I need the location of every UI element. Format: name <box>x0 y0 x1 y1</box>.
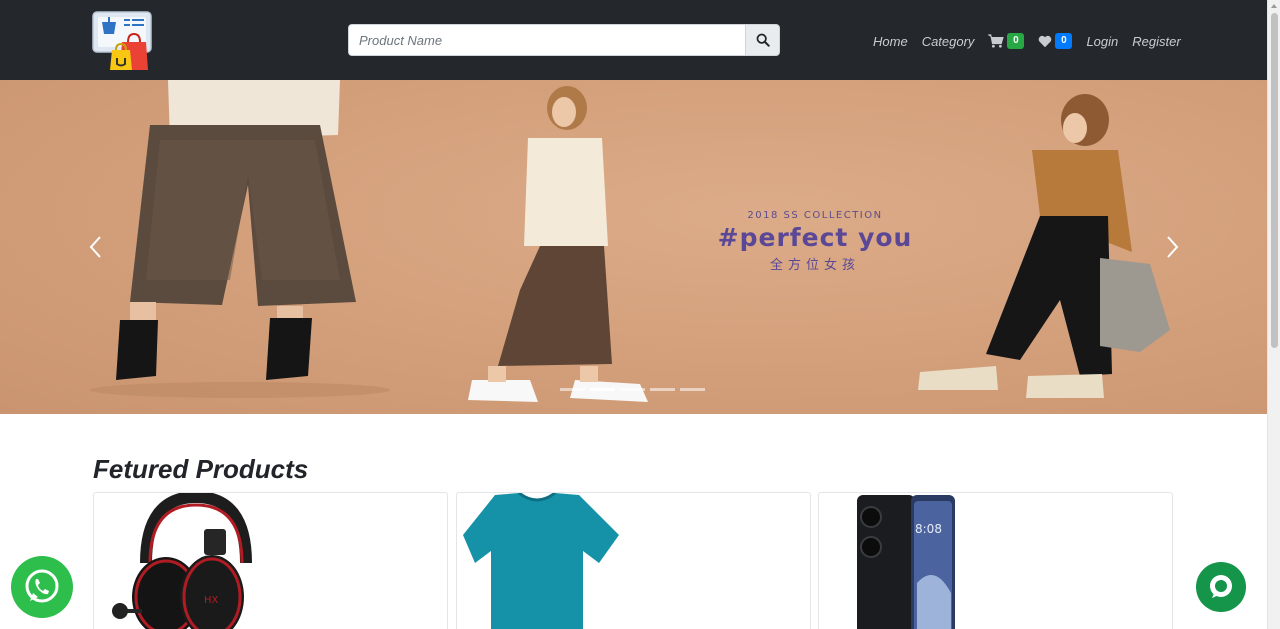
chat-button[interactable] <box>1196 562 1246 612</box>
hero-title: #perfect you <box>717 223 913 252</box>
search-icon <box>756 33 770 47</box>
chat-bubble-icon <box>1210 575 1232 598</box>
hero-carousel: 2018 SS COLLECTION #perfect you 全方位女孩 <box>0 80 1267 414</box>
whatsapp-icon <box>25 569 59 603</box>
cart-link[interactable]: 0 <box>988 33 1025 49</box>
heart-icon <box>1039 35 1052 47</box>
carousel-indicator[interactable] <box>590 388 615 391</box>
product-card[interactable]: 8:08 <box>818 492 1173 629</box>
hero-banner-image <box>90 80 1170 402</box>
search-bar <box>348 24 780 56</box>
product-card[interactable] <box>456 492 811 629</box>
nav-login-link[interactable]: Login <box>1086 34 1118 49</box>
hero-caption: 2018 SS COLLECTION #perfect you 全方位女孩 <box>680 210 950 273</box>
chevron-left-icon <box>89 236 101 258</box>
carousel-indicators <box>560 388 710 391</box>
cart-count-badge: 0 <box>1007 33 1025 49</box>
carousel-indicator[interactable] <box>650 388 675 391</box>
nav-category-link[interactable]: Category <box>922 34 975 49</box>
carousel-next-button[interactable] <box>1160 230 1184 264</box>
svg-text:8:08: 8:08 <box>915 522 942 536</box>
hero-caption-cn: 全方位女孩 <box>769 258 860 273</box>
nav-links: Home Category 0 0 Login Register <box>873 30 1195 52</box>
svg-text:HX: HX <box>204 595 219 606</box>
page: Home Category 0 0 Login Register <box>0 0 1280 629</box>
blue-tshirt-image <box>463 493 619 629</box>
cart-icon <box>988 34 1005 48</box>
carousel-indicator[interactable] <box>680 388 705 391</box>
nav-home-link[interactable]: Home <box>873 34 908 49</box>
shopping-bags-logo-icon <box>92 11 152 70</box>
scroll-thumb[interactable] <box>1271 13 1278 348</box>
whatsapp-button[interactable] <box>11 556 73 618</box>
carousel-indicator[interactable] <box>560 388 585 391</box>
search-input[interactable] <box>348 24 745 56</box>
wishlist-count-badge: 0 <box>1055 33 1073 49</box>
wishlist-link[interactable]: 0 <box>1038 33 1073 49</box>
featured-products-title: Fetured Products <box>93 454 309 484</box>
logo[interactable] <box>92 10 154 72</box>
page-scrollbar[interactable] <box>1267 0 1280 629</box>
navbar: Home Category 0 0 Login Register <box>0 0 1267 80</box>
search-button[interactable] <box>745 24 780 56</box>
scroll-up-arrow-icon[interactable] <box>1271 4 1277 8</box>
chevron-right-icon <box>1167 236 1179 258</box>
carousel-indicator[interactable] <box>620 388 645 391</box>
hero-subtitle: 2018 SS COLLECTION <box>747 210 883 221</box>
smartphone-image: 8:08 <box>857 495 955 629</box>
nav-register-link[interactable]: Register <box>1132 34 1180 49</box>
headphones-image: HX <box>112 493 252 629</box>
carousel-prev-button[interactable] <box>84 230 108 264</box>
product-card[interactable]: HX <box>93 492 448 629</box>
